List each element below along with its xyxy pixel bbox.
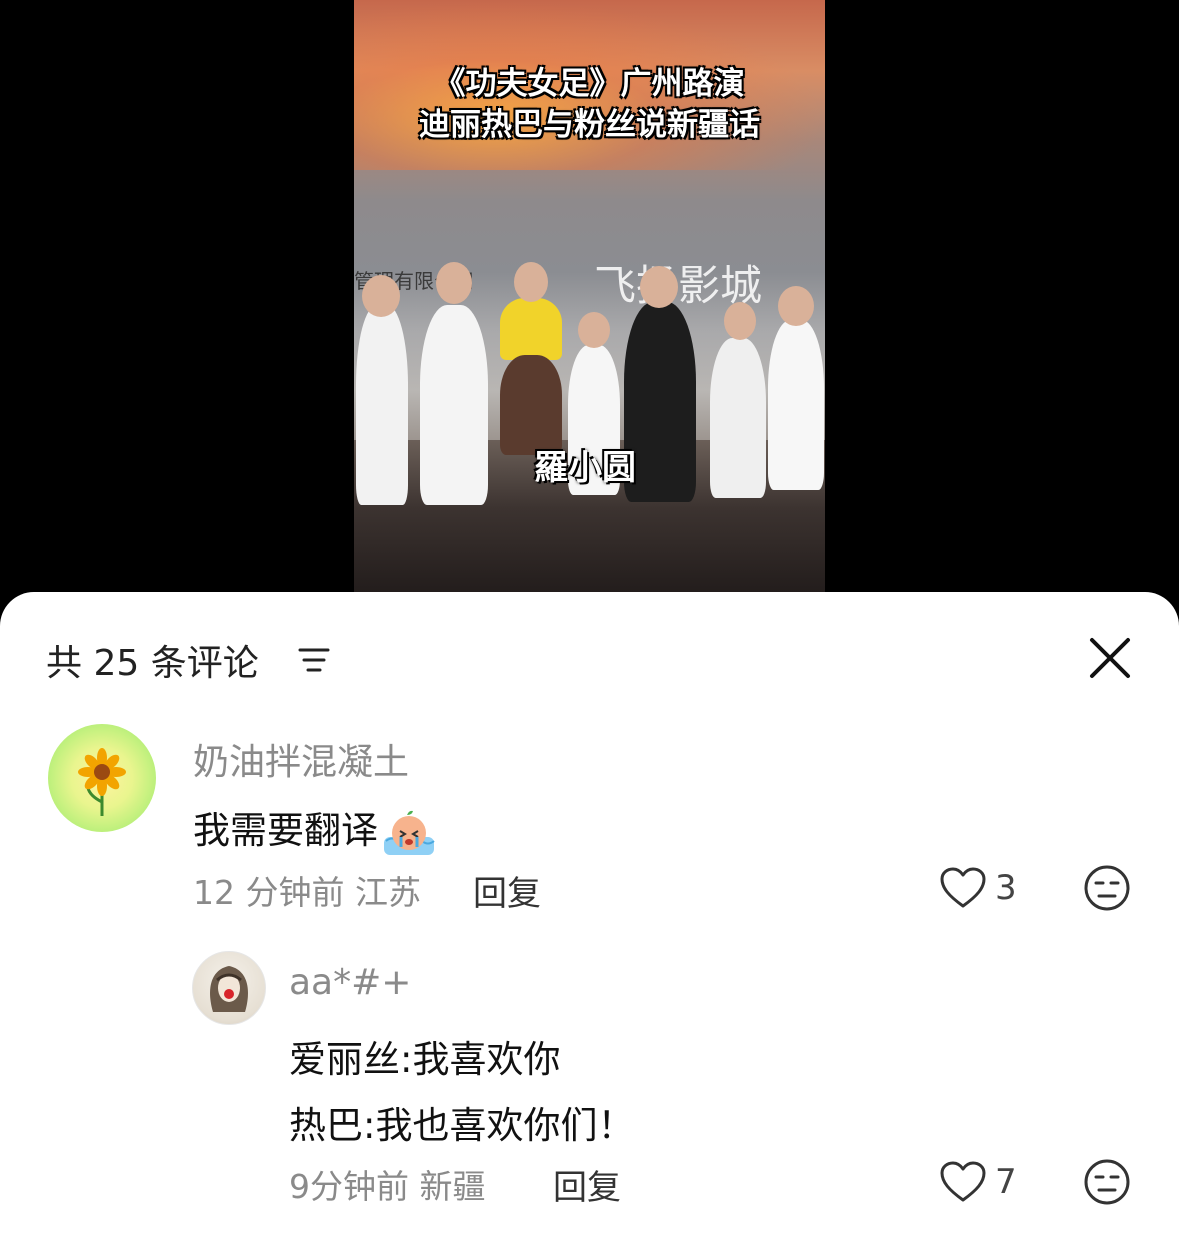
close-icon[interactable] [1088, 636, 1132, 680]
person-6 [710, 338, 766, 498]
dislike-face-icon[interactable] [1083, 1158, 1131, 1206]
comment-sheet [0, 592, 1179, 1249]
girl-avatar-icon [210, 966, 248, 1012]
comment-username[interactable]: aa*#+ [289, 962, 411, 1003]
comment-meta: 12 分钟前 江苏 [193, 873, 421, 912]
comment-text-line1: 爱丽丝:我喜欢你 [289, 1038, 561, 1081]
person-3 [500, 298, 562, 360]
avatar[interactable] [192, 951, 266, 1025]
person-2-head [436, 262, 472, 304]
person-6-head [724, 302, 756, 340]
like-count: 3 [995, 868, 1017, 908]
person-7-head [778, 286, 814, 326]
dislike-face-icon[interactable] [1083, 864, 1131, 912]
like-count: 7 [995, 1162, 1017, 1202]
video-caption-line2: 迪丽热巴与粉丝说新疆话 [419, 107, 760, 143]
heart-icon[interactable] [939, 866, 987, 910]
comment-text-content: 我需要翻译 [193, 809, 378, 852]
person-2 [420, 305, 488, 505]
person-7 [768, 320, 824, 490]
comment-text: 我需要翻译 [193, 800, 438, 857]
reply-button[interactable]: 回复 [553, 1160, 621, 1209]
person-3-head [514, 262, 548, 302]
comment-username[interactable]: 奶油拌混凝土 [193, 733, 409, 785]
avatar[interactable] [48, 724, 156, 832]
video-caption-line1: 《功夫女足》广州路演 [434, 66, 745, 102]
video-name-label: 羅小圆 [534, 448, 636, 488]
reply-button[interactable]: 回复 [473, 866, 541, 915]
sunflower-avatar-icon [78, 748, 126, 816]
comment-count-title: 共 25 条评论 [46, 643, 259, 684]
comment-meta: 9分钟前 新疆 [289, 1167, 486, 1206]
person-1 [356, 305, 408, 505]
sort-lines-icon[interactable] [298, 645, 330, 675]
video-frame[interactable]: 《功夫女足》广州路演 迪丽热巴与粉丝说新疆话 管理有限公司 飞扬影城 羅小圆 [354, 0, 825, 592]
person-5-head [640, 266, 678, 308]
person-4-head [578, 312, 610, 348]
video-player[interactable]: 《功夫女足》广州路演 迪丽热巴与粉丝说新疆话 管理有限公司 飞扬影城 羅小圆 [0, 0, 1179, 600]
crying-emoji-icon [384, 810, 435, 855]
person-1-head [362, 275, 400, 317]
heart-icon[interactable] [939, 1160, 987, 1204]
comment-text-line2: 热巴:我也喜欢你们！ [289, 1104, 635, 1147]
